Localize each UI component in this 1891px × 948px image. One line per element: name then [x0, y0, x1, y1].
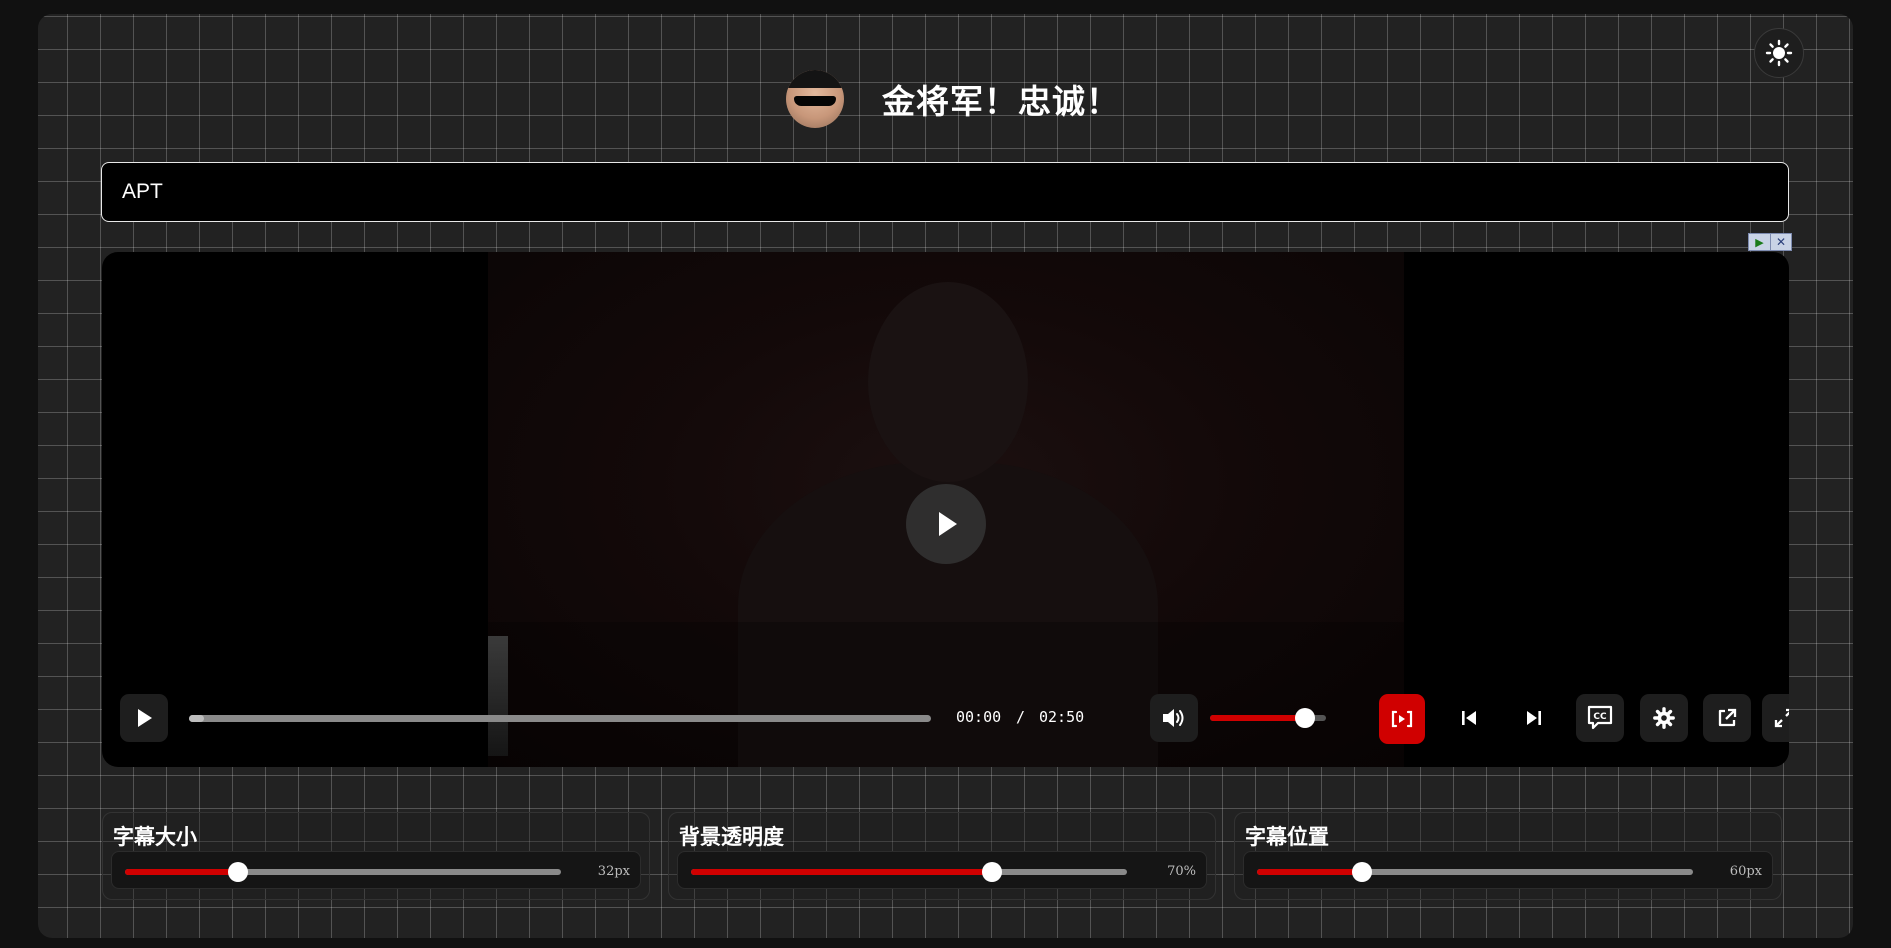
subtitle-size-slider-box: 32px: [111, 851, 641, 889]
subtitle-size-fill: [125, 869, 239, 875]
background-opacity-label: 背景透明度: [679, 826, 784, 849]
subtitle-toggle-button[interactable]: [1379, 694, 1425, 744]
subtitle-size-slider[interactable]: [125, 862, 561, 882]
svg-text:CC: CC: [1593, 712, 1607, 722]
subtitle-size-thumb[interactable]: [228, 862, 249, 882]
settings-button[interactable]: [1640, 694, 1688, 742]
gear-icon: [1653, 707, 1675, 729]
video-player[interactable]: 00:00 / 02:50 CC: [102, 252, 1789, 767]
external-link-icon: [1718, 708, 1737, 727]
search-input[interactable]: [101, 162, 1789, 222]
subtitle-position-slider[interactable]: [1257, 862, 1693, 882]
fullscreen-icon: [1774, 708, 1789, 728]
big-play-button[interactable]: [906, 484, 986, 564]
header: 金将军！忠诚！: [38, 52, 1853, 148]
time-separator: /: [1016, 708, 1026, 726]
volume-icon: [1163, 709, 1184, 727]
background-opacity-slider-box: 70%: [677, 851, 1207, 889]
subtitle-position-panel: 字幕位置 60px: [1234, 812, 1782, 900]
skip-previous-icon: [1462, 711, 1476, 725]
background-opacity-value: 70%: [1167, 864, 1196, 879]
play-button[interactable]: [120, 694, 168, 742]
cc-icon: CC: [1587, 705, 1613, 730]
control-bar: 00:00 / 02:50 CC: [102, 682, 1789, 752]
main-card: 金将军！忠诚！ ▶ ✕ 00:00: [38, 14, 1853, 938]
background-opacity-thumb[interactable]: [981, 862, 1002, 882]
time-current: 00:00: [956, 708, 1002, 726]
seek-bar[interactable]: [189, 715, 931, 722]
play-icon: [138, 709, 152, 727]
background-opacity-slider[interactable]: [691, 862, 1127, 882]
ad-play-icon[interactable]: ▶: [1749, 234, 1771, 250]
captions-button[interactable]: CC: [1576, 694, 1624, 742]
skip-next-icon: [1527, 711, 1541, 725]
previous-button[interactable]: [1445, 694, 1493, 742]
avatar: [786, 70, 844, 128]
subtitle-position-slider-box: 60px: [1243, 851, 1773, 889]
next-button[interactable]: [1510, 694, 1558, 742]
volume-slider[interactable]: [1210, 708, 1326, 728]
ad-close-icon[interactable]: ✕: [1771, 234, 1791, 250]
ad-badge[interactable]: ▶ ✕: [1748, 233, 1792, 251]
subtitle-position-label: 字幕位置: [1245, 826, 1329, 849]
background-opacity-fill: [691, 869, 992, 875]
subtitle-position-value: 60px: [1729, 864, 1762, 879]
time-total: 02:50: [1039, 708, 1085, 726]
volume-fill: [1210, 715, 1306, 721]
subtitle-size-panel: 字幕大小 32px: [102, 812, 650, 900]
fullscreen-button[interactable]: [1762, 694, 1789, 742]
play-icon: [939, 512, 957, 536]
volume-thumb[interactable]: [1295, 708, 1316, 728]
subtitle-position-fill: [1257, 869, 1362, 875]
page-title: 金将军！忠诚！: [882, 83, 1120, 120]
subtitle-size-label: 字幕大小: [113, 826, 197, 849]
subtitle-position-thumb[interactable]: [1351, 862, 1372, 882]
popout-button[interactable]: [1703, 694, 1751, 742]
subtitle-toggle-icon: [1391, 710, 1413, 728]
seek-bar-fill: [189, 715, 204, 722]
subtitle-size-value: 32px: [597, 864, 630, 879]
background-opacity-panel: 背景透明度 70%: [668, 812, 1216, 900]
volume-button[interactable]: [1150, 694, 1198, 742]
